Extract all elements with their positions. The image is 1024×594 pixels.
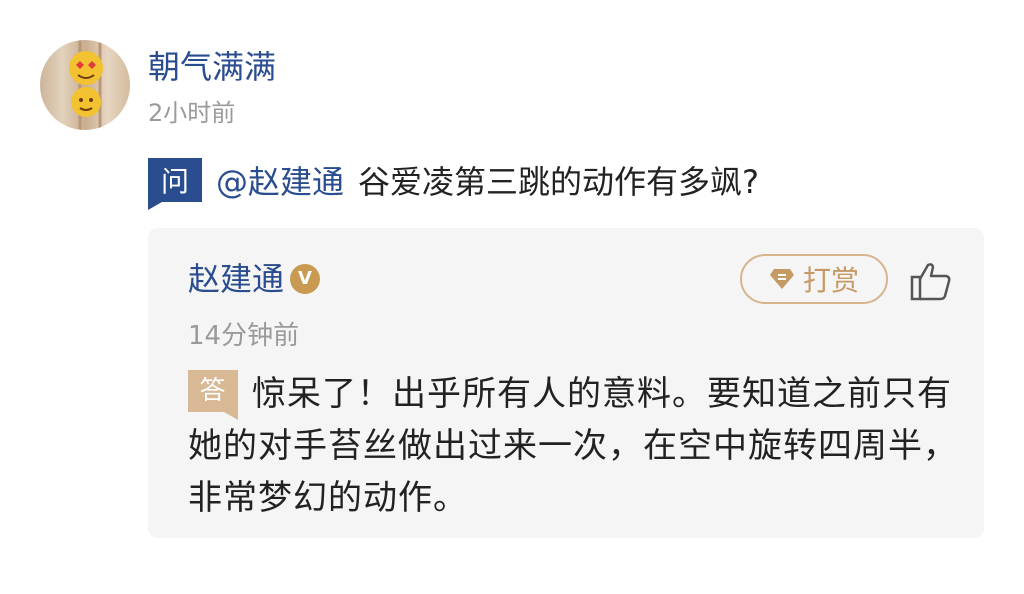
avatar-image <box>69 40 103 130</box>
question-text: 谷爱凌第三跳的动作有多飒? <box>358 163 760 201</box>
comment-username[interactable]: 朝气满满 <box>148 46 276 88</box>
question-row: 问 @赵建通 谷爱凌第三跳的动作有多飒? <box>148 156 760 210</box>
thumbs-up-icon[interactable] <box>910 261 952 301</box>
answer-author[interactable]: 赵建通 <box>188 258 284 300</box>
avatar[interactable] <box>40 40 130 130</box>
tip-button[interactable]: 打赏 <box>740 254 888 304</box>
answer-badge: 答 <box>188 370 238 420</box>
mention-link[interactable]: @赵建通 <box>216 157 344 203</box>
answer-text: 惊呆了！出乎所有人的意料。要知道之前只有她的对手苔丝做出过来一次，在空中旋转四周… <box>188 374 958 518</box>
question-badge: 问 <box>148 158 202 210</box>
tip-label: 打赏 <box>802 264 859 297</box>
verified-icon: V <box>290 264 321 294</box>
answer-timestamp: 14分钟前 <box>188 321 300 351</box>
gem-icon <box>769 267 795 291</box>
answer-body: 答惊呆了！出乎所有人的意料。要知道之前只有她的对手苔丝做出过来一次，在空中旋转四… <box>188 368 958 524</box>
answer-author-row: 赵建通 V <box>188 258 321 300</box>
answer-card: 赵建通 V 打赏 14分钟前 答惊呆了！出乎所有人的意料。要知道之前只有她的对手… <box>148 228 984 538</box>
comment-timestamp: 2小时前 <box>148 99 236 127</box>
